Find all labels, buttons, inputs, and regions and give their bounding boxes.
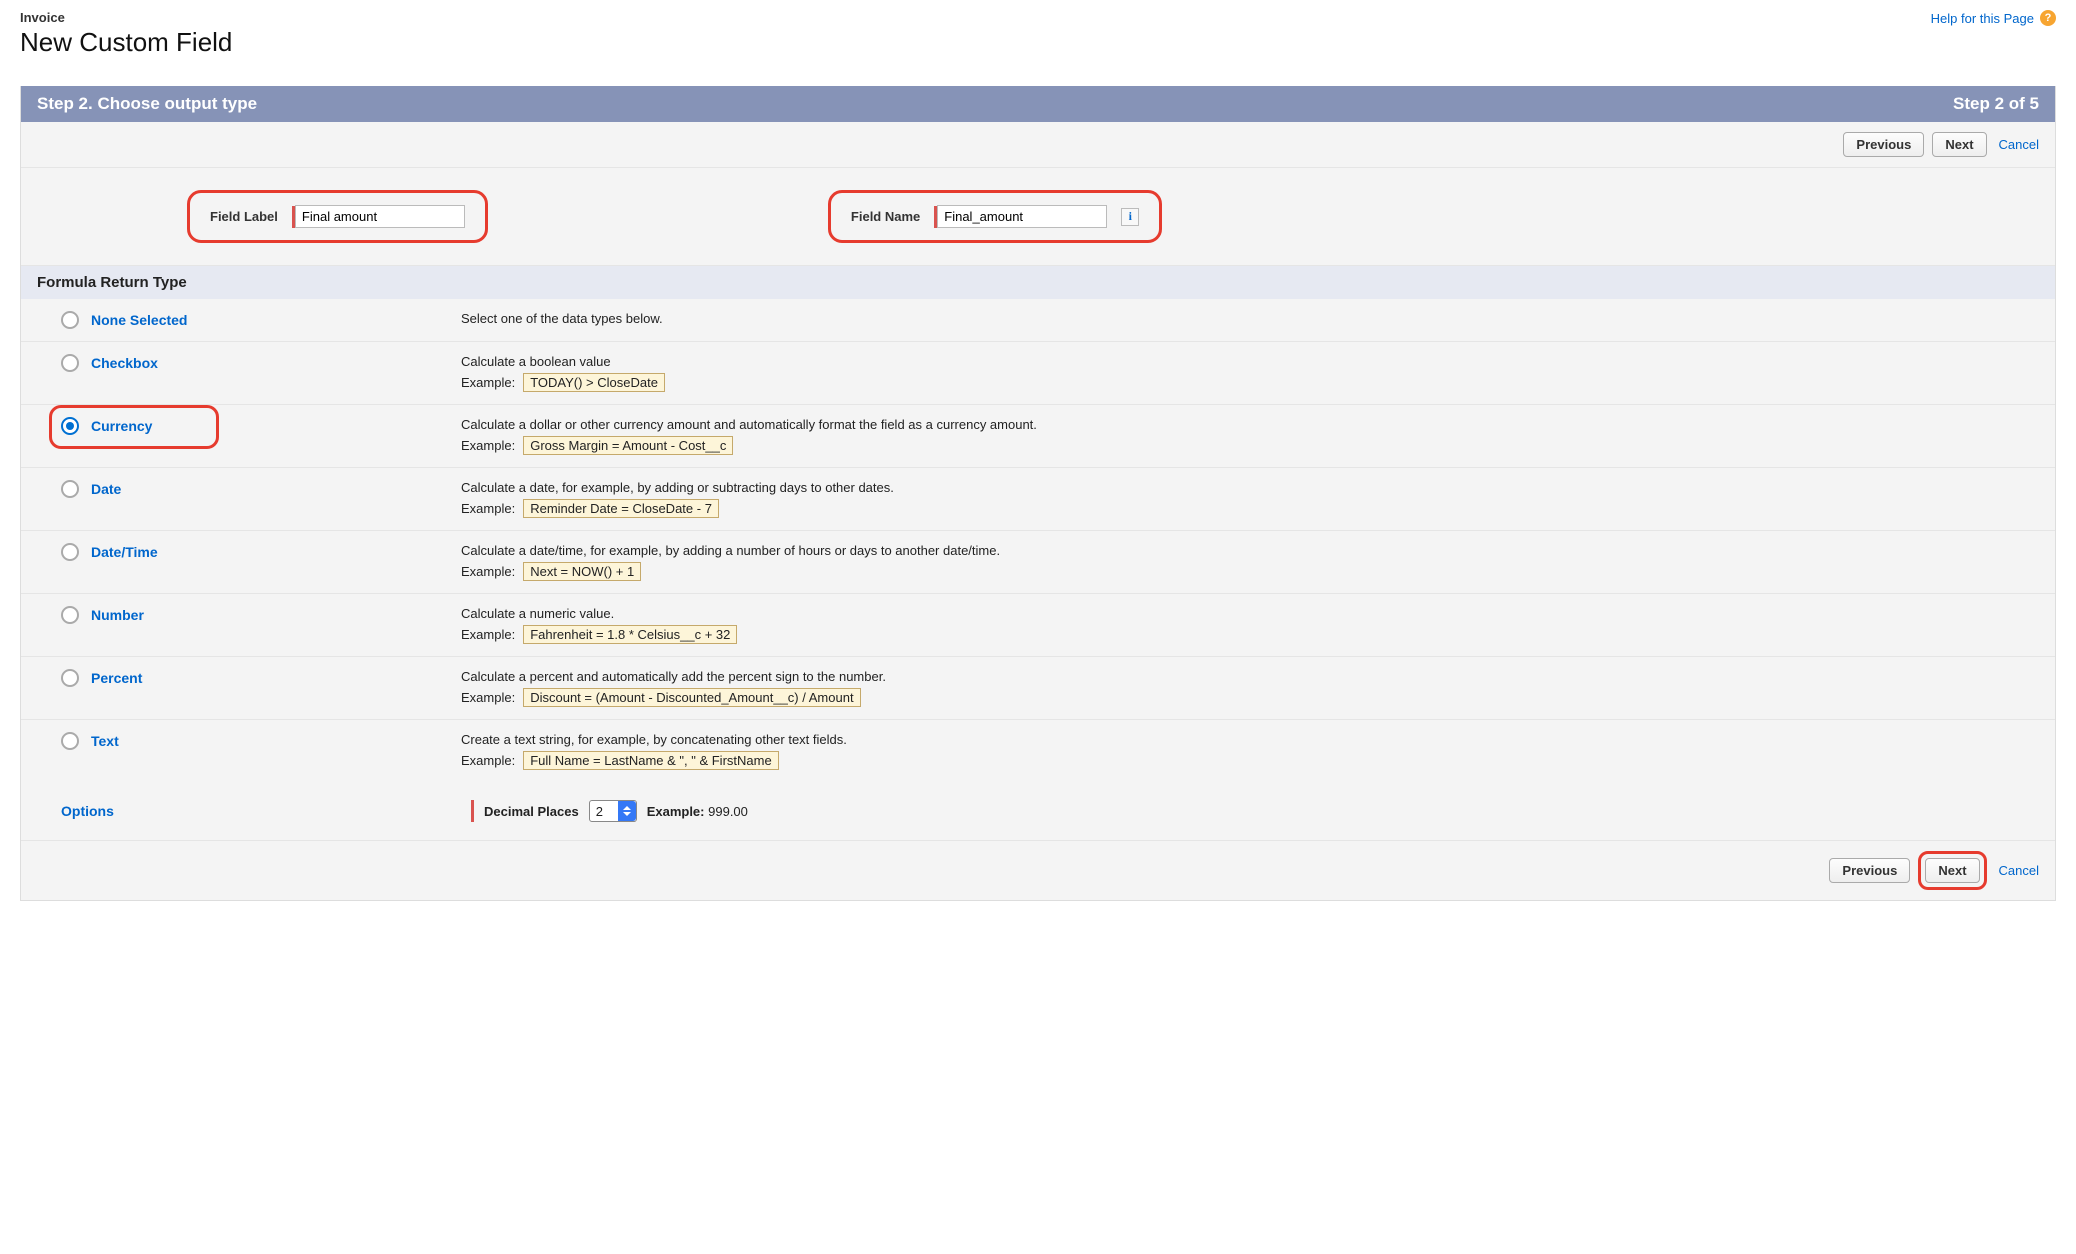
example-label: Example:: [461, 375, 515, 390]
decimal-example: Example: 999.00: [647, 804, 748, 819]
radio-none-label[interactable]: None Selected: [91, 312, 187, 328]
radio-percent[interactable]: [61, 669, 79, 687]
radio-date-desc: Calculate a date, for example, by adding…: [461, 480, 2039, 495]
radio-datetime[interactable]: [61, 543, 79, 561]
field-label-label: Field Label: [210, 209, 278, 224]
field-name-input[interactable]: [937, 205, 1107, 228]
help-for-page-link[interactable]: Help for this Page ?: [1931, 10, 2056, 26]
help-icon: ?: [2040, 10, 2056, 26]
cancel-link-top[interactable]: Cancel: [1995, 137, 2039, 152]
radio-checkbox[interactable]: [61, 354, 79, 372]
decimal-places-label: Decimal Places: [484, 804, 579, 819]
example-label: Example:: [461, 627, 515, 642]
field-label-input[interactable]: [295, 205, 465, 228]
radio-checkbox-desc: Calculate a boolean value: [461, 354, 2039, 369]
radio-checkbox-label[interactable]: Checkbox: [91, 355, 158, 371]
radio-date-label[interactable]: Date: [91, 481, 121, 497]
highlight-frame-icon: Next: [1918, 851, 1986, 890]
radio-text[interactable]: [61, 732, 79, 750]
radio-number[interactable]: [61, 606, 79, 624]
radio-currency-label[interactable]: Currency: [91, 418, 152, 434]
example-code-date: Reminder Date = CloseDate - 7: [523, 499, 719, 518]
radio-datetime-desc: Calculate a date/time, for example, by a…: [461, 543, 2039, 558]
page-title: New Custom Field: [20, 27, 232, 58]
example-label: Example:: [461, 564, 515, 579]
radio-none-desc: Select one of the data types below.: [461, 311, 2039, 326]
example-code-number: Fahrenheit = 1.8 * Celsius__c + 32: [523, 625, 737, 644]
next-button-top[interactable]: Next: [1932, 132, 1986, 157]
example-code-checkbox: TODAY() > CloseDate: [523, 373, 665, 392]
field-label-group: Field Label: [187, 190, 488, 243]
options-label: Options: [61, 803, 461, 819]
section-header: Formula Return Type: [21, 266, 2055, 299]
radio-text-desc: Create a text string, for example, by co…: [461, 732, 2039, 747]
example-code-currency: Gross Margin = Amount - Cost__c: [523, 436, 733, 455]
previous-button-top[interactable]: Previous: [1843, 132, 1924, 157]
help-link-label: Help for this Page: [1931, 11, 2034, 26]
required-indicator-icon: [471, 800, 474, 822]
step-title: Step 2. Choose output type: [37, 94, 257, 114]
radio-text-label[interactable]: Text: [91, 733, 119, 749]
breadcrumb: Invoice: [20, 10, 232, 25]
decimal-places-select[interactable]: 2: [589, 800, 637, 822]
radio-date[interactable]: [61, 480, 79, 498]
radio-percent-label[interactable]: Percent: [91, 670, 142, 686]
radio-percent-desc: Calculate a percent and automatically ad…: [461, 669, 2039, 684]
example-code-text: Full Name = LastName & ", " & FirstName: [523, 751, 779, 770]
radio-number-desc: Calculate a numeric value.: [461, 606, 2039, 621]
step-counter: Step 2 of 5: [1953, 94, 2039, 114]
decimal-places-value: 2: [590, 804, 603, 819]
info-icon[interactable]: i: [1121, 208, 1139, 226]
cancel-link-bottom[interactable]: Cancel: [1995, 863, 2039, 878]
example-code-datetime: Next = NOW() + 1: [523, 562, 641, 581]
field-name-group: Field Name i: [828, 190, 1162, 243]
example-label: Example:: [461, 501, 515, 516]
radio-datetime-label[interactable]: Date/Time: [91, 544, 158, 560]
radio-none[interactable]: [61, 311, 79, 329]
radio-number-label[interactable]: Number: [91, 607, 144, 623]
field-name-label: Field Name: [851, 209, 920, 224]
example-label: Example:: [461, 690, 515, 705]
stepper-icon: [618, 801, 636, 821]
next-button-bottom[interactable]: Next: [1925, 858, 1979, 883]
example-label: Example:: [461, 753, 515, 768]
example-code-percent: Discount = (Amount - Discounted_Amount__…: [523, 688, 860, 707]
radio-currency[interactable]: [61, 417, 79, 435]
previous-button-bottom[interactable]: Previous: [1829, 858, 1910, 883]
example-label: Example:: [461, 438, 515, 453]
radio-currency-desc: Calculate a dollar or other currency amo…: [461, 417, 2039, 432]
